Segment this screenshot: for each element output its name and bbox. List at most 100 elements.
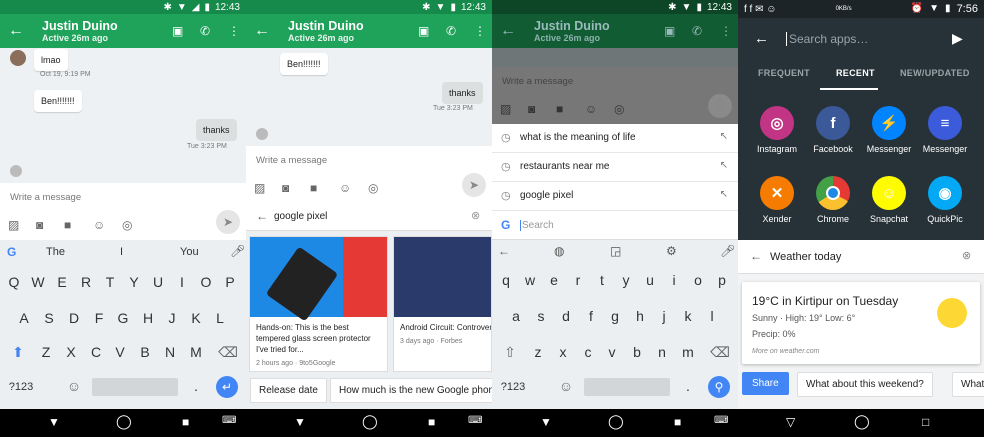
image-icon[interactable]: ▨: [500, 102, 511, 116]
nav-back-icon[interactable]: ▽: [786, 415, 795, 429]
camera-icon[interactable]: ◙: [36, 218, 43, 232]
nav-recents-icon[interactable]: □: [922, 415, 929, 429]
search-icon[interactable]: ⚲: [708, 376, 730, 398]
mic-icon[interactable]: 🎤︎: [230, 244, 245, 258]
key[interactable]: Y: [124, 274, 144, 290]
period-key[interactable]: .: [186, 378, 206, 394]
key[interactable]: R: [76, 274, 96, 290]
sticker-icon[interactable]: ☺: [585, 102, 597, 116]
key[interactable]: w: [520, 272, 540, 288]
key[interactable]: k: [678, 308, 698, 324]
suggestion-chip[interactable]: Release date: [250, 378, 327, 403]
message-input[interactable]: Write a message: [10, 192, 81, 203]
key[interactable]: N: [160, 344, 180, 360]
nav-back-icon[interactable]: ▼: [294, 415, 306, 429]
camera-icon[interactable]: ◙: [282, 181, 289, 195]
google-g-icon[interactable]: G: [7, 245, 16, 259]
key[interactable]: i: [664, 272, 684, 288]
search-query[interactable]: google pixel: [274, 211, 327, 222]
key[interactable]: t: [592, 272, 612, 288]
suggestion-chip[interactable]: How much is the new Google phone?: [330, 378, 492, 403]
nav-home-icon[interactable]: ◯: [608, 413, 624, 430]
phone-icon[interactable]: ✆: [200, 24, 210, 38]
suggestion[interactable]: The: [46, 246, 65, 258]
nav-back-icon[interactable]: ▼: [48, 415, 60, 429]
result-card[interactable]: Hands-on: This is the best tempered glas…: [249, 236, 388, 372]
key[interactable]: M: [186, 344, 206, 360]
message-input[interactable]: Write a message: [502, 76, 573, 87]
video-icon[interactable]: ■: [556, 102, 563, 116]
key[interactable]: J: [162, 310, 182, 326]
app-facebook[interactable]: f Facebook: [805, 106, 861, 154]
one-hand-icon[interactable]: ◲: [610, 244, 621, 258]
key[interactable]: y: [616, 272, 636, 288]
key[interactable]: m: [678, 344, 698, 360]
back-arrow-icon[interactable]: ←: [254, 22, 270, 40]
nav-home-icon[interactable]: ◯: [362, 413, 378, 430]
send-button[interactable]: ➤: [216, 210, 240, 234]
nav-recents-icon[interactable]: ■: [674, 415, 681, 429]
key[interactable]: l: [702, 308, 722, 324]
weather-card[interactable]: 19°C in Kirtipur on Tuesday Sunny · High…: [742, 282, 980, 364]
keyboard-switch-icon[interactable]: ⌨: [468, 415, 482, 426]
tab-frequent[interactable]: FREQUENT: [758, 68, 810, 78]
shift-icon[interactable]: ⬆: [8, 344, 28, 361]
key[interactable]: V: [110, 344, 130, 360]
key[interactable]: f: [581, 308, 601, 324]
key[interactable]: x: [553, 344, 573, 360]
result-card[interactable]: Android Circuit: Controversial Galaxy S8…: [393, 236, 492, 372]
back-arrow-icon[interactable]: ←: [500, 22, 516, 40]
key[interactable]: L: [210, 310, 230, 326]
tab-new-updated[interactable]: NEW/UPDATED: [900, 68, 970, 78]
theme-icon[interactable]: ◍: [554, 244, 564, 258]
history-item[interactable]: ◷ what is the meaning of life ↖: [492, 124, 738, 153]
location-icon[interactable]: ◎: [614, 102, 624, 116]
nav-recents-icon[interactable]: ■: [428, 415, 435, 429]
period-key[interactable]: .: [678, 378, 698, 394]
key[interactable]: K: [186, 310, 206, 326]
insert-arrow-icon[interactable]: ↖: [720, 160, 728, 171]
image-icon[interactable]: ▨: [254, 181, 265, 195]
suggestion[interactable]: You: [180, 246, 199, 258]
back-arrow-icon[interactable]: ←: [754, 30, 769, 47]
emoji-icon[interactable]: ☺: [64, 378, 84, 394]
send-button[interactable]: ➤: [462, 173, 486, 197]
key[interactable]: Q: [4, 274, 24, 290]
key[interactable]: o: [688, 272, 708, 288]
back-arrow-icon[interactable]: ←: [750, 249, 762, 263]
video-icon[interactable]: ■: [310, 181, 317, 195]
key[interactable]: S: [39, 310, 59, 326]
nav-back-icon[interactable]: ▼: [540, 415, 552, 429]
app-quickpic[interactable]: ◉ QuickPic: [917, 176, 973, 224]
tab-recent[interactable]: RECENT: [836, 68, 875, 78]
clear-icon[interactable]: ⊗: [962, 249, 971, 262]
app-messenger-2[interactable]: ≡ Messenger: [917, 106, 973, 154]
video-call-icon[interactable]: ▣: [418, 24, 429, 38]
search-input[interactable]: Search: [520, 220, 554, 231]
backspace-icon[interactable]: ⌫: [218, 344, 238, 361]
location-icon[interactable]: ◎: [122, 218, 132, 232]
key[interactable]: T: [100, 274, 120, 290]
key[interactable]: U: [148, 274, 168, 290]
share-button[interactable]: Share: [742, 372, 789, 395]
key[interactable]: q: [496, 272, 516, 288]
video-icon[interactable]: ■: [64, 218, 71, 232]
sticker-icon[interactable]: ☺: [339, 181, 351, 195]
key[interactable]: W: [28, 274, 48, 290]
key[interactable]: Z: [36, 344, 56, 360]
key[interactable]: B: [135, 344, 155, 360]
suggestion[interactable]: I: [120, 246, 123, 258]
key[interactable]: h: [630, 308, 650, 324]
app-search-input[interactable]: Search apps…: [786, 32, 868, 46]
back-arrow-icon[interactable]: ←: [498, 244, 510, 258]
location-icon[interactable]: ◎: [368, 181, 378, 195]
history-item[interactable]: ◷ google pixel ↖: [492, 182, 738, 211]
key[interactable]: e: [544, 272, 564, 288]
key[interactable]: E: [52, 274, 72, 290]
more-options-icon[interactable]: ⋮: [720, 24, 732, 38]
key[interactable]: d: [556, 308, 576, 324]
clear-icon[interactable]: ⊗: [471, 209, 480, 222]
nav-home-icon[interactable]: ◯: [854, 413, 870, 430]
key[interactable]: D: [64, 310, 84, 326]
key[interactable]: a: [506, 308, 526, 324]
